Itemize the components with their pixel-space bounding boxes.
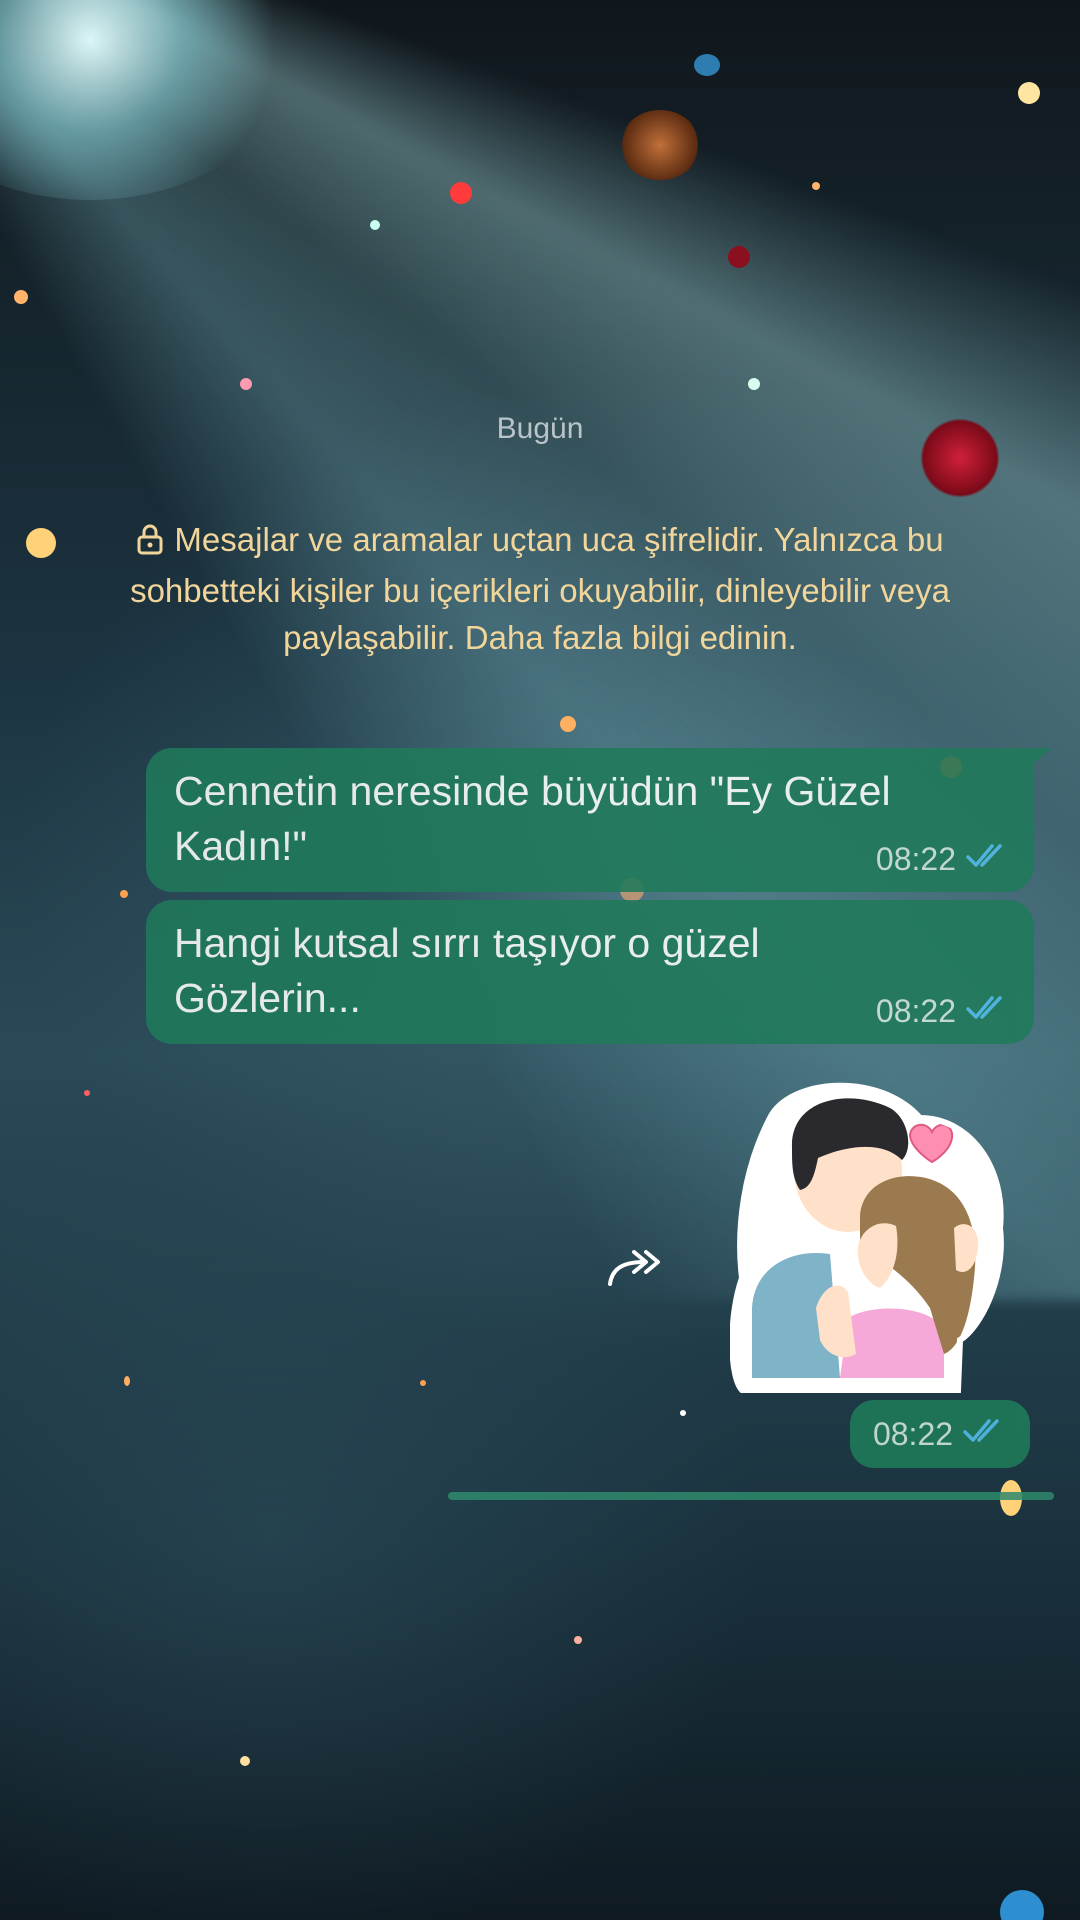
forward-icon[interactable] [604,1246,664,1290]
bokeh-dot [560,716,576,732]
couple-hug-sticker[interactable] [729,1078,1006,1396]
bokeh-dot [748,378,760,390]
bokeh-dot [1018,82,1040,104]
bokeh-dot [120,890,128,898]
double-check-icon [963,1416,1007,1453]
bokeh-dot [812,182,820,190]
bokeh-dot [14,290,28,304]
double-check-icon [966,841,1010,878]
date-separator: Bugün [496,412,584,445]
outgoing-message[interactable]: Cennetin neresinde büyüdün "Ey Güzel Kad… [146,748,1052,892]
message-text: Cennetin neresinde büyüdün "Ey Güzel Kad… [174,768,891,869]
double-check-icon [966,993,1010,1030]
message-meta: 08:22 [876,841,1010,878]
sticker-meta: 08:22 [850,1400,1030,1468]
bokeh-dot [574,1636,582,1644]
encryption-notice-text: Mesajlar ve aramalar uçtan uca şifrelidi… [130,521,950,656]
outgoing-message[interactable]: Hangi kutsal sırrı taşıyor o güzel Gözle… [146,900,1034,1044]
bokeh-dot [450,182,472,204]
lock-icon [136,520,164,567]
bokeh-dot [240,378,252,390]
bokeh-dot [694,54,720,76]
message-meta: 08:22 [876,993,1010,1030]
message-text: Hangi kutsal sırrı taşıyor o güzel Gözle… [174,920,760,1021]
bokeh-dot [728,246,750,268]
message-time: 08:22 [875,993,956,1029]
encryption-notice[interactable]: Mesajlar ve aramalar uçtan uca şifrelidi… [110,516,970,712]
bokeh-dot [1000,1890,1044,1920]
bokeh-dot [680,1410,686,1416]
bokeh-dot [26,528,56,558]
message-time: 08:22 [872,1415,954,1452]
bokeh-dot [420,1380,426,1386]
bokeh-dot [84,1090,90,1096]
partial-message-bubble [448,1492,1054,1500]
bokeh-dot [370,220,380,230]
bokeh-dot [124,1376,130,1386]
bokeh-dot [240,1756,250,1766]
bubble-tail [1030,748,1052,766]
bokeh-dot [620,110,700,180]
message-time: 08:22 [875,841,956,877]
